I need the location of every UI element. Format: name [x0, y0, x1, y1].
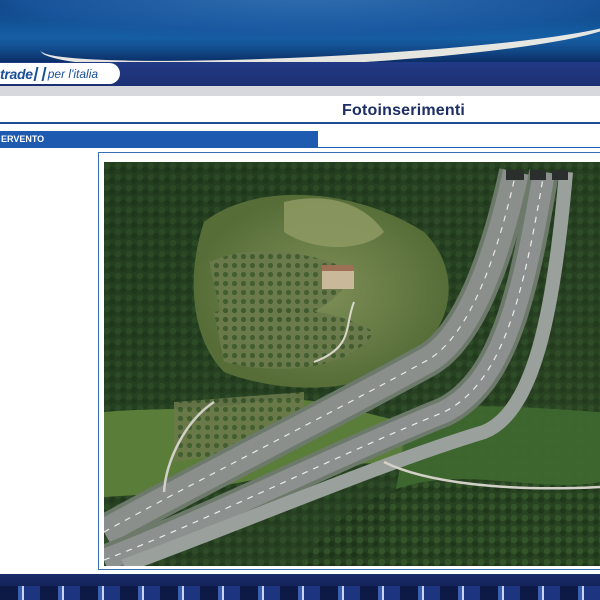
- farmhouse: [322, 269, 354, 289]
- aerial-highway-photo[interactable]: [104, 162, 600, 566]
- title-rule: [0, 122, 600, 124]
- farmhouse-roof: [322, 265, 354, 271]
- aerial-highway-photo-icon: [104, 162, 600, 566]
- brand-logo-tagline: per l'italia: [47, 66, 99, 81]
- header-divider: [0, 86, 600, 96]
- footer-bar: [0, 574, 600, 586]
- brand-logo-bars-icon: [33, 66, 47, 81]
- header-banner: [0, 0, 600, 62]
- brand-logo[interactable]: trade per l'italia: [0, 63, 120, 84]
- page-title: Fotoinserimenti: [342, 102, 466, 119]
- section-rule: [318, 147, 600, 148]
- footer-stripe: [0, 586, 600, 600]
- tunnel-portal-3: [552, 170, 568, 180]
- section-header: ERVENTO: [0, 131, 318, 148]
- brand-logo-name: trade: [0, 65, 33, 82]
- tunnel-portal-1: [506, 170, 524, 180]
- tunnel-portal-2: [530, 170, 546, 180]
